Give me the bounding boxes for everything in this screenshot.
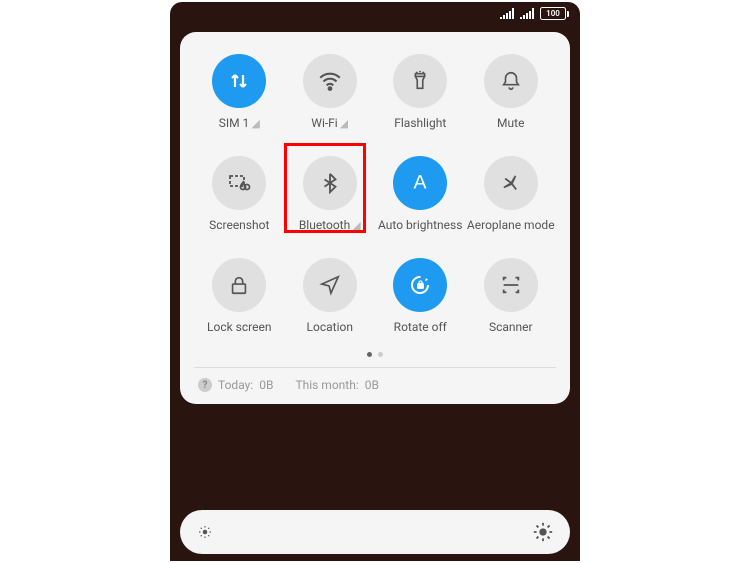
tile-mute[interactable]: Mute — [466, 54, 557, 130]
bluetooth-icon — [303, 156, 357, 210]
tiles-grid: SIM 1◢ Wi-Fi◢ Flashlight Mute — [194, 54, 556, 334]
tile-label: Bluetooth◢ — [299, 218, 361, 232]
tile-location[interactable]: Location — [285, 258, 376, 334]
tile-sim1[interactable]: SIM 1◢ — [194, 54, 285, 130]
usage-today-value: 0B — [259, 378, 273, 392]
tile-label: Rotate off — [394, 320, 447, 334]
phone-frame: 100 SIM 1◢ Wi-Fi◢ Flashlight — [170, 2, 580, 561]
rotate-lock-icon — [393, 258, 447, 312]
tile-screenshot[interactable]: Screenshot — [194, 156, 285, 232]
tile-label: Wi-Fi◢ — [311, 116, 348, 130]
mobile-data-icon — [212, 54, 266, 108]
bell-icon — [484, 54, 538, 108]
tile-label: Screenshot — [209, 218, 269, 232]
tile-label: SIM 1◢ — [219, 116, 260, 130]
screenshot-icon — [212, 156, 266, 210]
tile-flashlight[interactable]: Flashlight — [375, 54, 466, 130]
tile-wifi[interactable]: Wi-Fi◢ — [285, 54, 376, 130]
svg-text:A: A — [414, 171, 427, 193]
tile-label: Location — [307, 320, 353, 334]
info-icon: ? — [198, 378, 212, 392]
usage-month-value: 0B — [365, 378, 379, 392]
tile-label: Lock screen — [207, 320, 271, 334]
tile-label: Mute — [497, 116, 524, 130]
airplane-icon — [484, 156, 538, 210]
usage-today-label: Today: — [218, 378, 253, 392]
pager-dot-2[interactable] — [378, 352, 383, 357]
lock-icon — [212, 258, 266, 312]
signal-icon — [500, 8, 514, 19]
location-icon — [303, 258, 357, 312]
tile-auto-brightness[interactable]: A Auto brightness — [375, 156, 466, 232]
divider — [194, 367, 556, 368]
page-indicator — [194, 352, 556, 357]
tile-airplane[interactable]: Aeroplane mode — [466, 156, 557, 232]
auto-brightness-icon: A — [393, 156, 447, 210]
pager-dot-1[interactable] — [367, 352, 372, 357]
brightness-high-icon — [532, 521, 554, 543]
brightness-low-icon — [196, 523, 214, 541]
tile-scanner[interactable]: Scanner — [466, 258, 557, 334]
signal-icon-2 — [520, 8, 534, 19]
tile-lock-screen[interactable]: Lock screen — [194, 258, 285, 334]
battery-level: 100 — [546, 9, 560, 18]
tile-label: Flashlight — [394, 116, 446, 130]
brightness-slider[interactable] — [180, 510, 570, 554]
tile-rotate-off[interactable]: Rotate off — [375, 258, 466, 334]
data-usage-row[interactable]: ? Today: 0B This month: 0B — [194, 374, 556, 394]
status-bar: 100 — [170, 2, 580, 24]
wifi-icon — [303, 54, 357, 108]
usage-month-label: This month: — [295, 378, 358, 392]
battery-icon: 100 — [540, 7, 566, 20]
tile-label: Scanner — [489, 320, 533, 334]
quick-settings-panel: SIM 1◢ Wi-Fi◢ Flashlight Mute — [180, 32, 570, 404]
tile-label: Auto brightness — [378, 218, 462, 232]
scanner-icon — [484, 258, 538, 312]
tile-label: Aeroplane mode — [467, 218, 555, 232]
flashlight-icon — [393, 54, 447, 108]
tile-bluetooth[interactable]: Bluetooth◢ — [285, 156, 376, 232]
